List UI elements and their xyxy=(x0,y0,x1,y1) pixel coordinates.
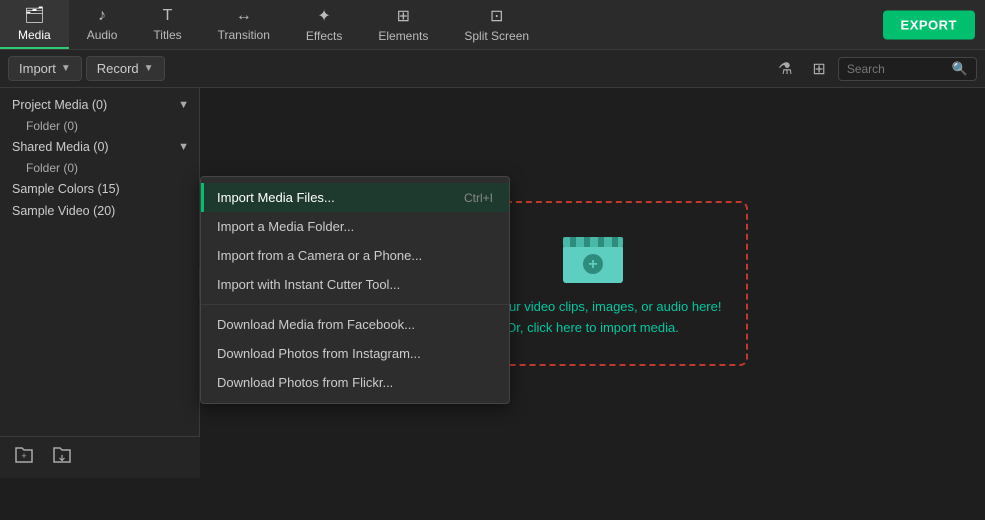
import-button[interactable]: Import ▼ xyxy=(8,56,82,81)
bottom-bar: + xyxy=(0,436,200,478)
nav-label-audio: Audio xyxy=(87,28,118,42)
svg-text:+: + xyxy=(21,451,26,461)
nav-item-effects[interactable]: ✦ Effects xyxy=(288,0,360,49)
transition-icon: ↔ xyxy=(236,7,252,25)
media-icon: 🗂 xyxy=(24,5,44,25)
import-folder-button[interactable] xyxy=(48,442,76,473)
dropdown-item-download-instagram[interactable]: Download Photos from Instagram... xyxy=(201,339,509,368)
sidebar-item-project-media[interactable]: Project Media (0) ▼ xyxy=(0,94,199,116)
sidebar-label-shared-media: Shared Media (0) xyxy=(12,140,109,154)
filter-icon[interactable]: ⚗ xyxy=(770,55,800,83)
svg-text:+: + xyxy=(588,256,597,273)
dropdown-item-import-cutter[interactable]: Import with Instant Cutter Tool... xyxy=(201,270,509,299)
nav-label-media: Media xyxy=(18,28,51,42)
dropdown-item-import-folder[interactable]: Import a Media Folder... xyxy=(201,212,509,241)
import-folder-icon xyxy=(52,446,72,464)
sidebar-sub-folder-1[interactable]: Folder (0) xyxy=(0,158,199,178)
search-icon[interactable]: 🔍 xyxy=(952,61,968,77)
dropdown-item-import-files[interactable]: Import Media Files... Ctrl+I xyxy=(201,183,509,212)
project-media-chevron-icon: ▼ xyxy=(178,99,189,111)
new-folder-icon: + xyxy=(14,446,34,464)
sidebar-item-shared-media[interactable]: Shared Media (0) ▼ xyxy=(0,136,199,158)
record-button[interactable]: Record ▼ xyxy=(86,56,165,81)
import-chevron-icon: ▼ xyxy=(61,63,71,74)
sidebar-sub-folder-0[interactable]: Folder (0) xyxy=(0,116,199,136)
shared-media-chevron-icon: ▼ xyxy=(178,141,189,153)
record-label: Record xyxy=(97,61,139,76)
nav-label-elements: Elements xyxy=(378,29,428,43)
dropdown-item-import-camera[interactable]: Import from a Camera or a Phone... xyxy=(201,241,509,270)
nav-label-effects: Effects xyxy=(306,29,342,43)
record-chevron-icon: ▼ xyxy=(144,63,154,74)
top-nav: 🗂 Media ♪ Audio T Titles ↔ Transition ✦ … xyxy=(0,0,985,50)
sidebar-label-sample-colors: Sample Colors (15) xyxy=(12,182,120,196)
import-files-label: Import Media Files... xyxy=(217,190,335,205)
nav-item-media[interactable]: 🗂 Media xyxy=(0,0,69,49)
nav-label-transition: Transition xyxy=(218,28,270,42)
add-folder-button[interactable]: + xyxy=(10,442,38,473)
import-camera-label: Import from a Camera or a Phone... xyxy=(217,248,422,263)
import-dropdown-menu: Import Media Files... Ctrl+I Import a Me… xyxy=(200,176,510,404)
titles-icon: T xyxy=(163,7,173,25)
nav-item-audio[interactable]: ♪ Audio xyxy=(69,0,136,49)
sidebar-label-sample-video: Sample Video (20) xyxy=(12,204,115,218)
nav-item-titles[interactable]: T Titles xyxy=(135,0,199,49)
clapperboard-icon: + xyxy=(558,227,628,287)
import-label: Import xyxy=(19,61,56,76)
dropdown-divider xyxy=(201,304,509,305)
download-facebook-label: Download Media from Facebook... xyxy=(217,317,415,332)
elements-icon: ⊞ xyxy=(397,6,410,26)
download-instagram-label: Download Photos from Instagram... xyxy=(217,346,421,361)
export-button[interactable]: EXPORT xyxy=(883,10,975,39)
import-cutter-label: Import with Instant Cutter Tool... xyxy=(217,277,400,292)
sidebar: Project Media (0) ▼ Folder (0) Shared Me… xyxy=(0,88,200,478)
nav-item-elements[interactable]: ⊞ Elements xyxy=(360,0,446,49)
sub-folder-label-0: Folder (0) xyxy=(26,119,78,133)
download-flickr-label: Download Photos from Flickr... xyxy=(217,375,393,390)
audio-icon: ♪ xyxy=(98,7,106,25)
effects-icon: ✦ xyxy=(317,6,330,26)
search-input[interactable] xyxy=(847,62,947,76)
sidebar-item-sample-colors[interactable]: Sample Colors (15) xyxy=(0,178,199,200)
dropdown-item-download-facebook[interactable]: Download Media from Facebook... xyxy=(201,310,509,339)
nav-label-split-screen: Split Screen xyxy=(464,29,529,43)
import-files-shortcut: Ctrl+I xyxy=(464,191,493,205)
search-box: 🔍 xyxy=(838,57,977,81)
split-screen-icon: ⊡ xyxy=(490,6,503,26)
grid-view-icon[interactable]: ⊞ xyxy=(804,55,833,83)
sidebar-label-project-media: Project Media (0) xyxy=(12,98,107,112)
nav-label-titles: Titles xyxy=(153,28,181,42)
sub-folder-label-1: Folder (0) xyxy=(26,161,78,175)
sidebar-item-sample-video[interactable]: Sample Video (20) xyxy=(0,200,199,222)
import-folder-label: Import a Media Folder... xyxy=(217,219,354,234)
nav-item-transition[interactable]: ↔ Transition xyxy=(200,0,288,49)
toolbar-bar: Import ▼ Record ▼ ⚗ ⊞ 🔍 xyxy=(0,50,985,88)
nav-item-split-screen[interactable]: ⊡ Split Screen xyxy=(446,0,547,49)
dropdown-item-download-flickr[interactable]: Download Photos from Flickr... xyxy=(201,368,509,397)
